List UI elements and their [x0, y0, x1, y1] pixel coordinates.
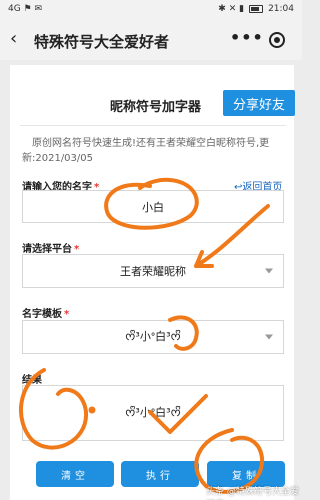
chevron-down-icon — [265, 268, 273, 274]
share-button[interactable]: 分享好友 — [223, 90, 295, 116]
platform-select-value: 王者荣耀昵称 — [120, 265, 186, 278]
run-button[interactable]: 执行 — [121, 461, 199, 487]
clear-button[interactable]: 清空 — [36, 461, 114, 487]
template-select[interactable]: ᰔᩚ³小ᐤ白³ᰔᩚ — [22, 320, 284, 354]
more-options-icon[interactable]: ••• — [230, 28, 264, 47]
template-label: 名字模板 * — [22, 305, 69, 320]
status-left-icons: 4G ⚑ ✉ — [8, 4, 42, 14]
name-input[interactable]: 小白 — [22, 190, 284, 223]
watermark: 头条 @特殊符号大全爱好者 — [206, 487, 299, 497]
miniapp-close-icon[interactable] — [269, 32, 285, 48]
battery-icon — [249, 5, 264, 13]
platform-select[interactable]: 王者荣耀昵称 — [22, 254, 284, 288]
nav-bar: ‹ 特殊符号大全爱好者 ••• — [0, 20, 302, 60]
signal-icon: 4G ⚑ ✉ — [8, 4, 43, 14]
template-label-text: 名字模板 — [22, 309, 62, 320]
status-right-icons: ✱ ✕ ▮ 21:04 — [218, 4, 294, 14]
chevron-down-icon — [265, 334, 273, 340]
page-title: 昵称符号加字器 — [110, 100, 202, 115]
status-bar: 4G ⚑ ✉ ✱ ✕ ▮ 21:04 — [0, 0, 302, 20]
nav-title: 特殊符号大全爱好者 — [34, 33, 170, 51]
platform-label: 请选择平台 * — [22, 240, 79, 255]
name-input-value: 小白 — [142, 200, 164, 214]
divider — [20, 125, 286, 126]
system-icons: ✱ ✕ ▮ — [218, 4, 245, 14]
result-label: 结果 — [22, 371, 42, 386]
result-textarea[interactable]: ᰔᩚ³小ᐤ白³ᰔᩚ — [22, 385, 284, 441]
back-arrow-icon[interactable]: ‹ — [10, 28, 17, 49]
description-text: 原创网名符号快速生成!还有王者荣耀空白昵称符号,更新:2021/03/05 — [22, 138, 270, 164]
result-value: ᰔᩚ³小ᐤ白³ᰔᩚ — [125, 406, 181, 419]
status-time: 21:04 — [268, 4, 294, 14]
required-star: * — [64, 309, 70, 320]
template-select-value: ᰔᩚ³小ᐤ白³ᰔᩚ — [125, 330, 181, 343]
